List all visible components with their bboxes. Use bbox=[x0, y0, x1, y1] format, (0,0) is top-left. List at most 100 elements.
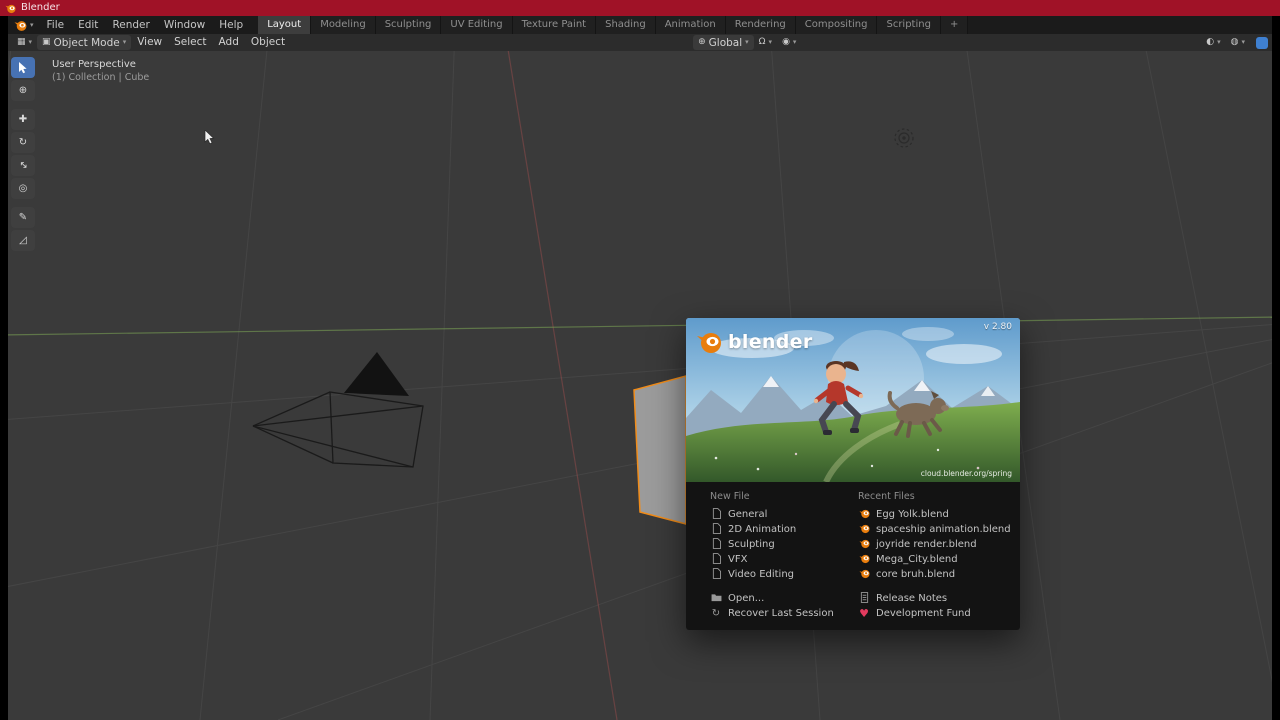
shading-sphere-icon: ◍ bbox=[1230, 37, 1239, 47]
file-icon bbox=[710, 537, 722, 552]
menu-object[interactable]: Object bbox=[245, 34, 291, 51]
recent-files-column: Recent Files Egg Yolk.blend spaceship an… bbox=[858, 482, 1013, 630]
shading-mode-button[interactable]: ◍ ▾ bbox=[1226, 35, 1250, 50]
item-label: General bbox=[728, 509, 768, 520]
menu-add[interactable]: Add bbox=[213, 34, 245, 51]
viewport-3d[interactable]: User Perspective (1) Collection | Cube ⊕… bbox=[8, 51, 1272, 720]
blender-logo-icon bbox=[697, 333, 721, 353]
menu-file[interactable]: File bbox=[40, 16, 72, 34]
editor-type-icon: ▦ bbox=[17, 37, 26, 47]
add-workspace-button[interactable]: + bbox=[940, 16, 969, 34]
new-file-general[interactable]: General bbox=[710, 507, 852, 522]
item-label: Video Editing bbox=[728, 569, 795, 580]
3d-cursor-icon: ⊕ bbox=[18, 85, 28, 96]
move-icon: ✚ bbox=[18, 114, 28, 125]
mouse-cursor bbox=[204, 130, 215, 145]
light-object[interactable] bbox=[894, 128, 914, 148]
topbar: ▾ File Edit Render Window Help Layout Mo… bbox=[8, 16, 1272, 34]
item-label: spaceship animation.blend bbox=[876, 524, 1011, 535]
chevron-down-icon: ▾ bbox=[745, 38, 749, 46]
menu-render[interactable]: Render bbox=[105, 16, 156, 34]
rotate-icon: ↻ bbox=[18, 137, 28, 148]
new-file-column: New File General 2D Animation Sculpting … bbox=[710, 482, 852, 630]
release-notes-link[interactable]: Release Notes bbox=[858, 591, 1013, 606]
recent-files-heading: Recent Files bbox=[858, 491, 915, 502]
annotate-pen-icon: ✎ bbox=[18, 212, 28, 223]
new-file-sculpting[interactable]: Sculpting bbox=[710, 537, 852, 552]
blend-file-icon bbox=[858, 553, 870, 567]
new-file-2d-animation[interactable]: 2D Animation bbox=[710, 522, 852, 537]
workspace-tabs: Layout Modeling Sculpting UV Editing Tex… bbox=[258, 16, 969, 34]
blender-menu-button[interactable]: ▾ bbox=[8, 16, 40, 34]
camera-object[interactable] bbox=[252, 352, 424, 468]
snap-toggle-button[interactable]: Ω ▾ bbox=[754, 35, 777, 50]
tool-cursor-button[interactable]: ⊕ bbox=[11, 80, 35, 101]
menu-help[interactable]: Help bbox=[212, 16, 250, 34]
chevron-down-icon: ▾ bbox=[792, 38, 797, 46]
tab-sculpting[interactable]: Sculpting bbox=[375, 16, 442, 34]
menu-view[interactable]: View bbox=[131, 34, 168, 51]
item-label: Egg Yolk.blend bbox=[876, 509, 949, 520]
item-label: Recover Last Session bbox=[728, 608, 834, 619]
development-fund-link[interactable]: ♥ Development Fund bbox=[858, 606, 1013, 621]
menu-window[interactable]: Window bbox=[157, 16, 212, 34]
blender-logo-icon bbox=[14, 20, 27, 31]
window-titlebar[interactable]: Blender bbox=[0, 0, 1280, 16]
tab-shading[interactable]: Shading bbox=[596, 16, 656, 34]
proportional-editing-icon: ◉ bbox=[782, 37, 790, 47]
tab-animation[interactable]: Animation bbox=[655, 16, 726, 34]
chevron-down-icon: ▾ bbox=[122, 38, 127, 46]
orientation-label: Global bbox=[708, 36, 743, 49]
recent-file-1[interactable]: Egg Yolk.blend bbox=[858, 507, 1013, 522]
overlays-icon: ◐ bbox=[1206, 37, 1215, 47]
transform-icon: ◎ bbox=[18, 183, 28, 194]
tab-texture-paint[interactable]: Texture Paint bbox=[512, 16, 597, 34]
tool-transform-button[interactable]: ◎ bbox=[11, 178, 35, 199]
proportional-editing-button[interactable]: ◉ ▾ bbox=[777, 35, 801, 50]
transform-orientation-dropdown[interactable]: ⊕ Global ▾ bbox=[693, 35, 754, 50]
tool-rotate-button[interactable]: ↻ bbox=[11, 132, 35, 153]
menu-edit[interactable]: Edit bbox=[71, 16, 105, 34]
recent-file-5[interactable]: core bruh.blend bbox=[858, 567, 1013, 582]
tab-layout[interactable]: Layout bbox=[258, 16, 312, 34]
tool-measure-button[interactable]: ◿ bbox=[11, 230, 35, 251]
select-cursor-icon bbox=[18, 61, 27, 73]
header-blue-toggle-icon[interactable] bbox=[1256, 36, 1268, 49]
tab-rendering[interactable]: Rendering bbox=[725, 16, 796, 34]
notes-icon bbox=[858, 591, 870, 606]
tab-compositing[interactable]: Compositing bbox=[795, 16, 878, 34]
tab-modeling[interactable]: Modeling bbox=[311, 16, 376, 34]
new-file-video-editing[interactable]: Video Editing bbox=[710, 567, 852, 582]
brand-wordmark: blender bbox=[728, 331, 813, 353]
recent-file-3[interactable]: joyride render.blend bbox=[858, 537, 1013, 552]
blender-window: Blender ▾ File Edit Render Window Help L… bbox=[0, 0, 1280, 720]
scene-canvas bbox=[8, 51, 1272, 720]
cube-object[interactable] bbox=[633, 375, 687, 525]
overlays-button[interactable]: ◐ ▾ bbox=[1201, 35, 1225, 50]
menu-select[interactable]: Select bbox=[168, 34, 212, 51]
recent-file-4[interactable]: Mega_City.blend bbox=[858, 552, 1013, 567]
grid-lines bbox=[8, 51, 1272, 720]
file-icon bbox=[710, 552, 722, 567]
tab-scripting[interactable]: Scripting bbox=[877, 16, 941, 34]
item-label: Mega_City.blend bbox=[876, 554, 958, 565]
mode-select-dropdown[interactable]: ▣ Object Mode ▾ bbox=[37, 35, 132, 50]
tool-select-button[interactable] bbox=[11, 57, 35, 78]
tab-uv-editing[interactable]: UV Editing bbox=[441, 16, 513, 34]
editor-type-button[interactable]: ▦ ▾ bbox=[12, 35, 37, 50]
recover-last-session-button[interactable]: ↻ Recover Last Session bbox=[710, 606, 852, 621]
recent-file-2[interactable]: spaceship animation.blend bbox=[858, 522, 1013, 537]
recover-icon: ↻ bbox=[711, 607, 721, 619]
item-label: 2D Animation bbox=[728, 524, 797, 535]
chevron-down-icon: ▾ bbox=[1241, 38, 1245, 46]
tool-move-button[interactable]: ✚ bbox=[11, 109, 35, 130]
magnet-icon: Ω bbox=[758, 37, 766, 47]
new-file-vfx[interactable]: VFX bbox=[710, 552, 852, 567]
new-file-heading: New File bbox=[710, 491, 750, 502]
chevron-down-icon: ▾ bbox=[28, 38, 33, 46]
splash-screen: blender v 2.80 cloud.blender.org/spring … bbox=[686, 318, 1020, 630]
tool-annotate-button[interactable]: ✎ bbox=[11, 207, 35, 228]
tool-scale-button[interactable]: ↔ bbox=[11, 155, 35, 176]
open-file-button[interactable]: Open... bbox=[710, 591, 852, 606]
measure-ruler-icon: ◿ bbox=[19, 235, 27, 246]
